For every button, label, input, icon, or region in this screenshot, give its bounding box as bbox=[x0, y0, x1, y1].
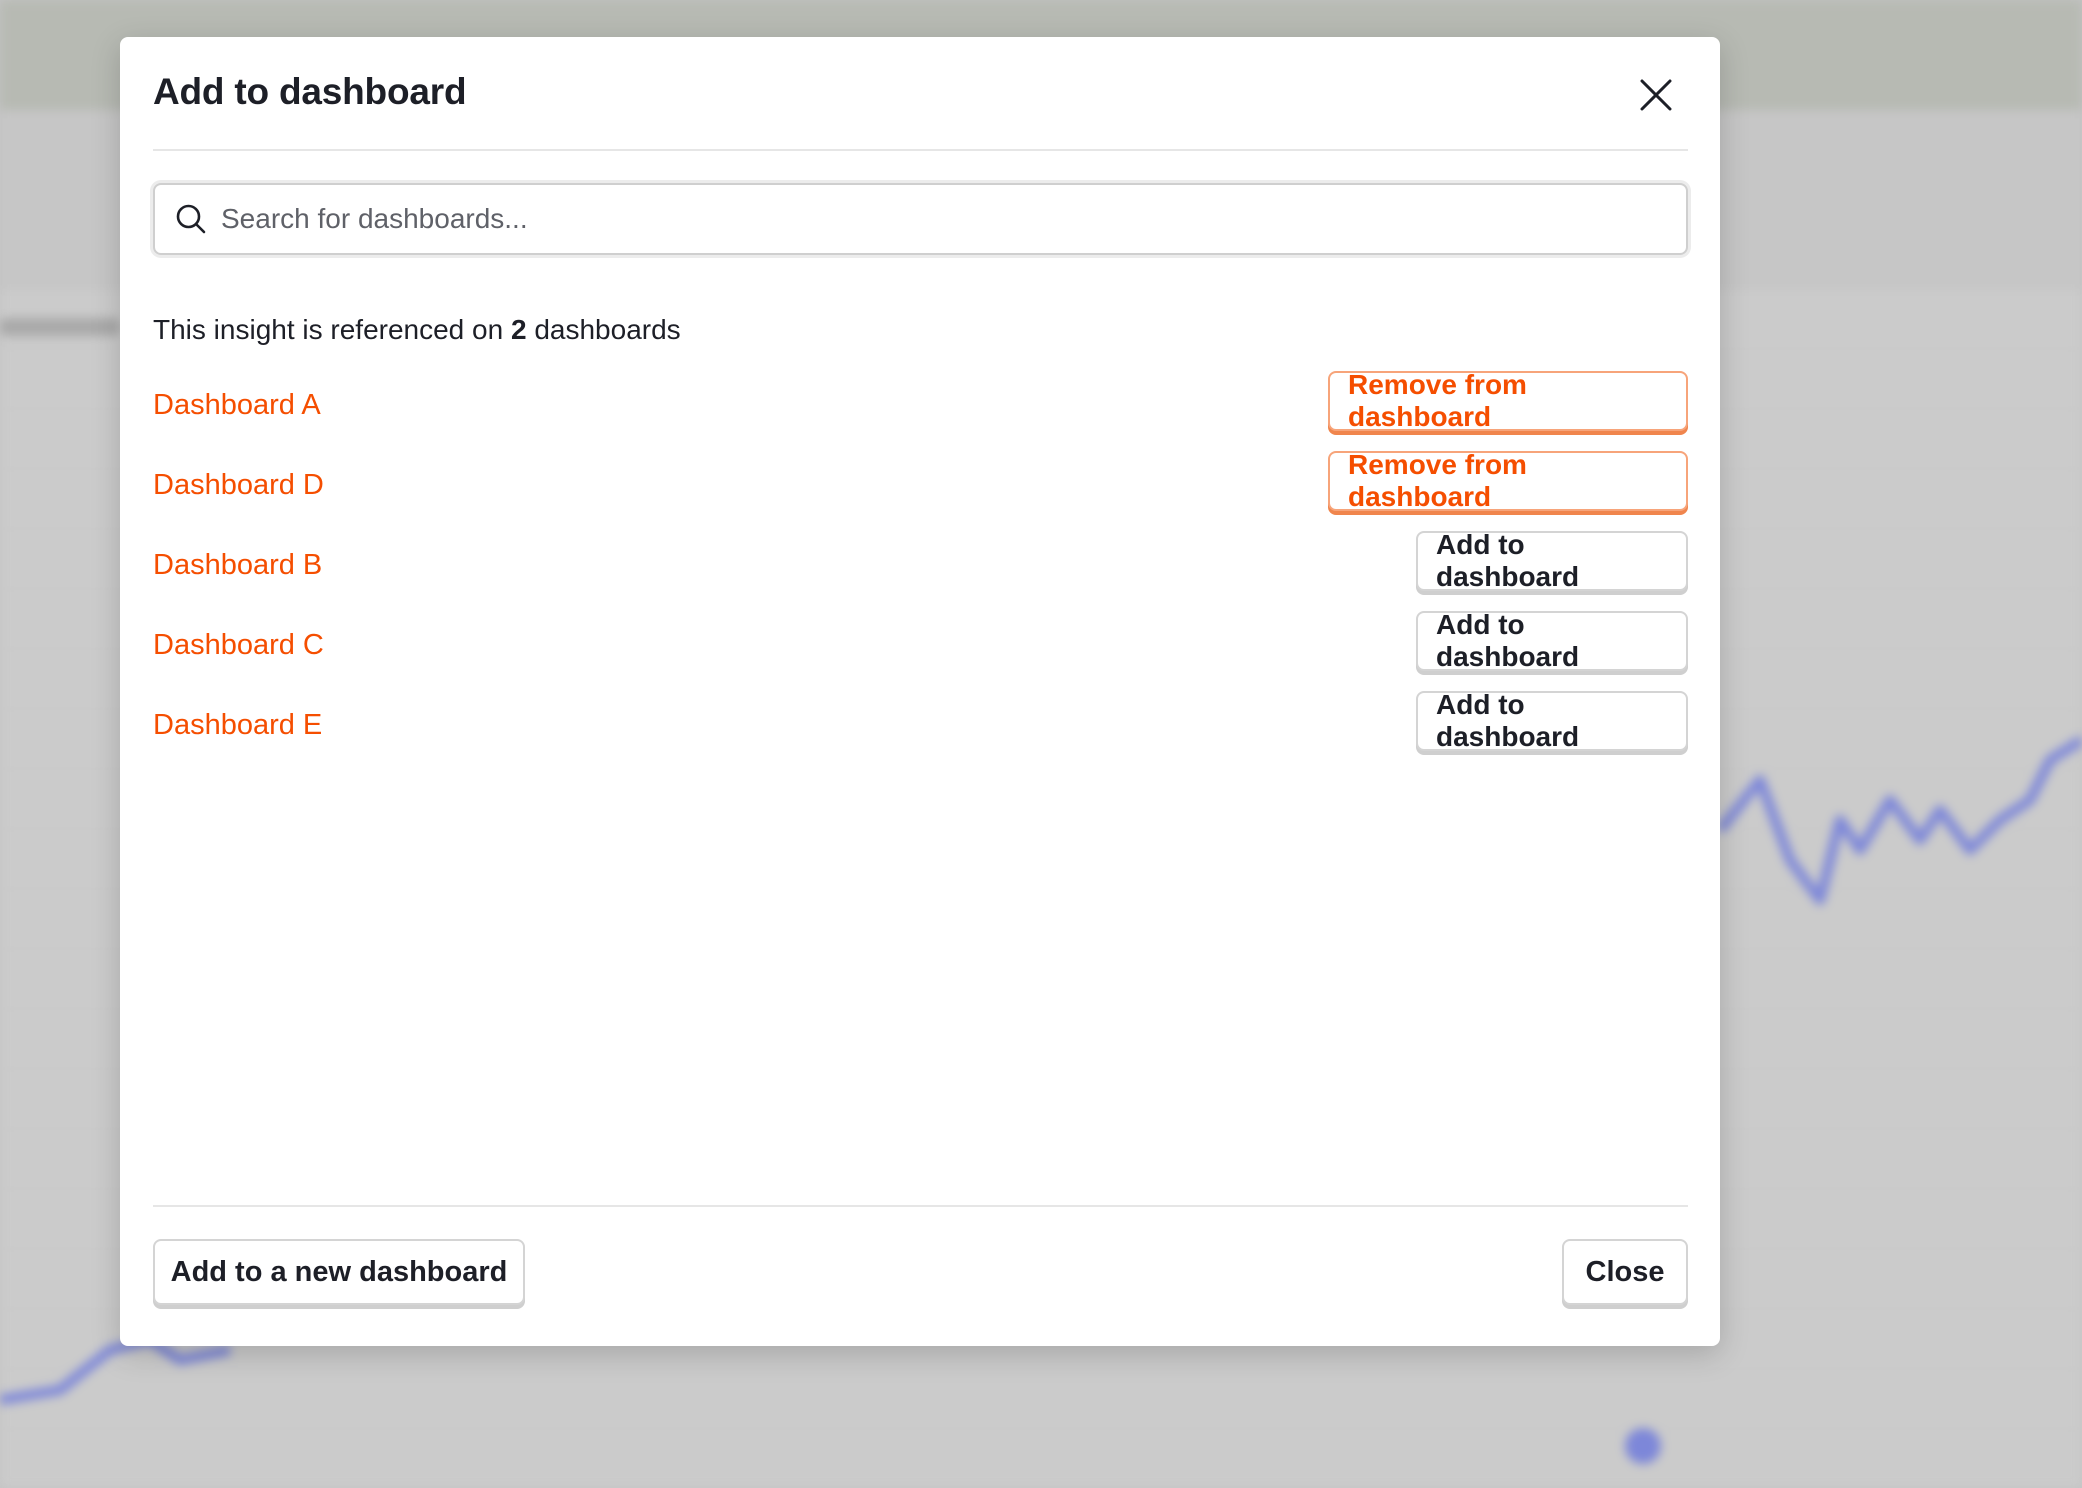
remove-from-dashboard-button[interactable]: Remove from dashboard bbox=[1328, 369, 1688, 432]
dashboard-link[interactable]: Dashboard E bbox=[153, 709, 322, 742]
dashboard-link[interactable]: Dashboard B bbox=[153, 549, 322, 582]
background-chart-point bbox=[1625, 1428, 1661, 1464]
reference-prefix: This insight is referenced on bbox=[153, 314, 504, 345]
background-chart-line-left bbox=[0, 1335, 231, 1405]
add-to-dashboard-button[interactable]: Add to dashboard bbox=[1416, 609, 1688, 672]
dashboard-link[interactable]: Dashboard D bbox=[153, 469, 324, 502]
background-chart-line-right bbox=[1716, 735, 2082, 905]
reference-summary: This insight is referenced on 2 dashboar… bbox=[153, 314, 681, 346]
add-to-dashboard-modal: Add to dashboard This insight is referen… bbox=[120, 37, 1720, 1346]
dashboard-link[interactable]: Dashboard C bbox=[153, 629, 324, 662]
footer-divider bbox=[153, 1205, 1688, 1207]
close-button[interactable]: Close bbox=[1562, 1239, 1688, 1305]
dashboard-list: Dashboard A Remove from dashboard Dashbo… bbox=[153, 367, 1688, 767]
search-icon bbox=[173, 201, 209, 237]
list-item: Dashboard C Add to dashboard bbox=[153, 607, 1688, 687]
reference-suffix: dashboards bbox=[534, 314, 681, 345]
remove-from-dashboard-button[interactable]: Remove from dashboard bbox=[1328, 449, 1688, 512]
search-input[interactable] bbox=[221, 189, 1686, 249]
close-icon bbox=[1640, 79, 1672, 111]
dashboard-search[interactable] bbox=[153, 183, 1688, 255]
dashboard-link[interactable]: Dashboard A bbox=[153, 389, 321, 422]
reference-count: 2 bbox=[510, 314, 527, 345]
add-to-dashboard-button[interactable]: Add to dashboard bbox=[1416, 689, 1688, 752]
add-to-new-dashboard-button[interactable]: Add to a new dashboard bbox=[153, 1239, 525, 1305]
close-modal-button[interactable] bbox=[1632, 71, 1680, 119]
list-item: Dashboard D Remove from dashboard bbox=[153, 447, 1688, 527]
modal-title: Add to dashboard bbox=[153, 71, 467, 112]
list-item: Dashboard A Remove from dashboard bbox=[153, 367, 1688, 447]
list-item: Dashboard B Add to dashboard bbox=[153, 527, 1688, 607]
list-item: Dashboard E Add to dashboard bbox=[153, 687, 1688, 767]
header-divider bbox=[153, 149, 1688, 151]
add-to-dashboard-button[interactable]: Add to dashboard bbox=[1416, 529, 1688, 592]
